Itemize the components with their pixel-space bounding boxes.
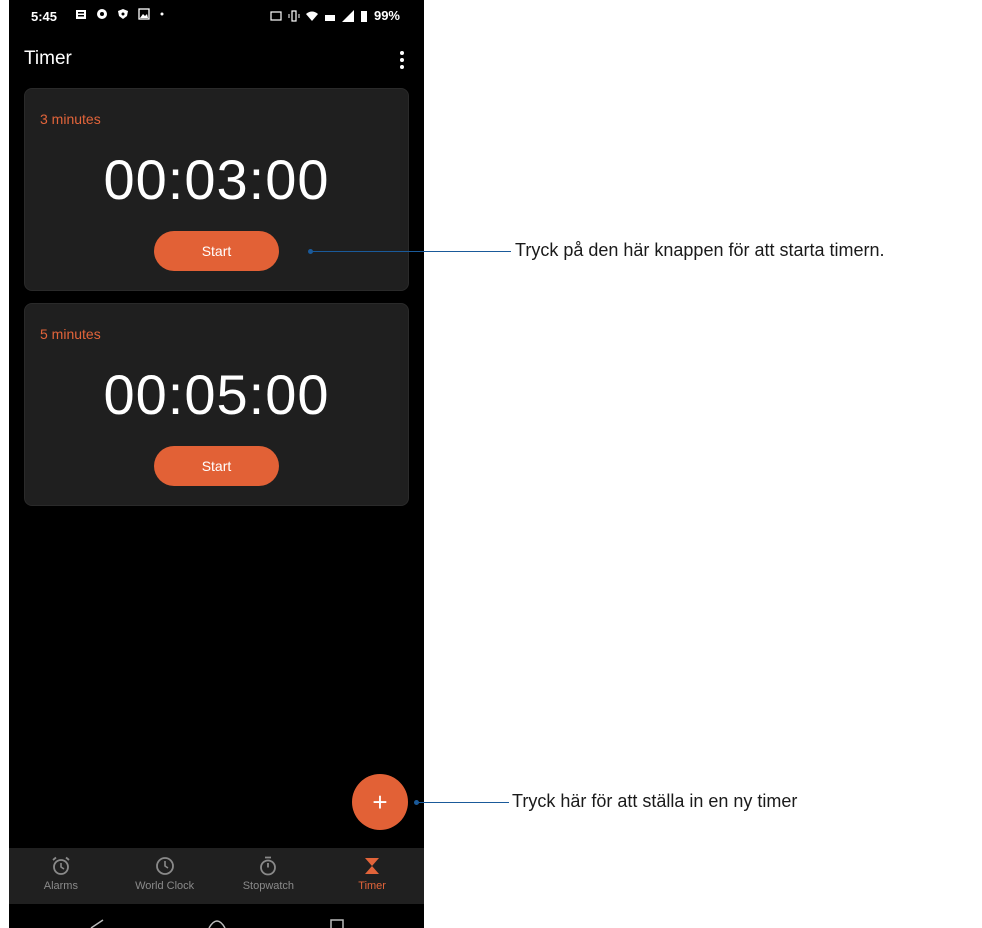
status-bar: 5:45 99%: [9, 0, 424, 36]
clock-icon: [155, 857, 174, 875]
callout-line: [311, 251, 511, 252]
system-navigation-bar: [9, 904, 424, 928]
timer-time[interactable]: 00:03:00: [25, 147, 408, 212]
bottom-navigation: Alarms World Clock Stopwatch Timer: [9, 848, 424, 904]
message-icon: [76, 10, 86, 19]
timer-card[interactable]: 5 minutes 00:05:00 Start: [24, 303, 409, 506]
callout-text-start: Tryck på den här knappen för att starta …: [515, 240, 885, 260]
battery-level: 99%: [373, 8, 400, 23]
tab-stopwatch[interactable]: Stopwatch: [217, 848, 321, 904]
add-timer-button[interactable]: +: [352, 774, 408, 830]
vibrate-icon: [288, 9, 300, 22]
start-button[interactable]: Start: [154, 446, 279, 486]
nfc-icon: [270, 10, 282, 21]
tab-label: Timer: [358, 880, 386, 892]
wifi-icon: [305, 11, 318, 21]
tab-label: Stopwatch: [242, 880, 295, 892]
home-icon[interactable]: [207, 918, 227, 928]
timer-time[interactable]: 00:05:00: [25, 362, 408, 427]
recents-icon[interactable]: [329, 918, 345, 928]
tab-world-clock[interactable]: World Clock: [113, 848, 217, 904]
battery-icon: [360, 10, 367, 22]
gear-icon: [97, 9, 107, 19]
back-icon[interactable]: [89, 918, 105, 928]
alarm-icon: [52, 856, 70, 875]
tab-timer[interactable]: Timer: [320, 848, 424, 904]
stopwatch-icon: [260, 856, 277, 876]
data-icon: [324, 14, 335, 21]
image-icon: [138, 8, 150, 20]
timer-label[interactable]: 3 minutes: [40, 111, 101, 127]
plus-icon: +: [372, 786, 388, 817]
more-options-icon[interactable]: [393, 49, 411, 71]
timer-card[interactable]: 3 minutes 00:03:00 Start: [24, 88, 409, 291]
callout-line: [417, 802, 509, 803]
start-button[interactable]: Start: [154, 231, 279, 271]
dot-icon: [160, 12, 164, 16]
hourglass-icon: [365, 858, 380, 874]
callout-text-new-timer: Tryck här för att ställa in en ny timer: [512, 791, 798, 811]
tab-label: World Clock: [135, 880, 195, 892]
tab-alarms[interactable]: Alarms: [9, 848, 113, 904]
page-title: Timer: [24, 48, 72, 69]
tab-label: Alarms: [43, 880, 78, 892]
timer-label[interactable]: 5 minutes: [40, 326, 101, 342]
shield-icon: [118, 9, 128, 19]
status-time: 5:45: [31, 9, 58, 24]
signal-icon: [341, 9, 354, 22]
phone-screen: 5:45 99% Timer 3 minutes 00:03:00 Start …: [9, 0, 424, 928]
